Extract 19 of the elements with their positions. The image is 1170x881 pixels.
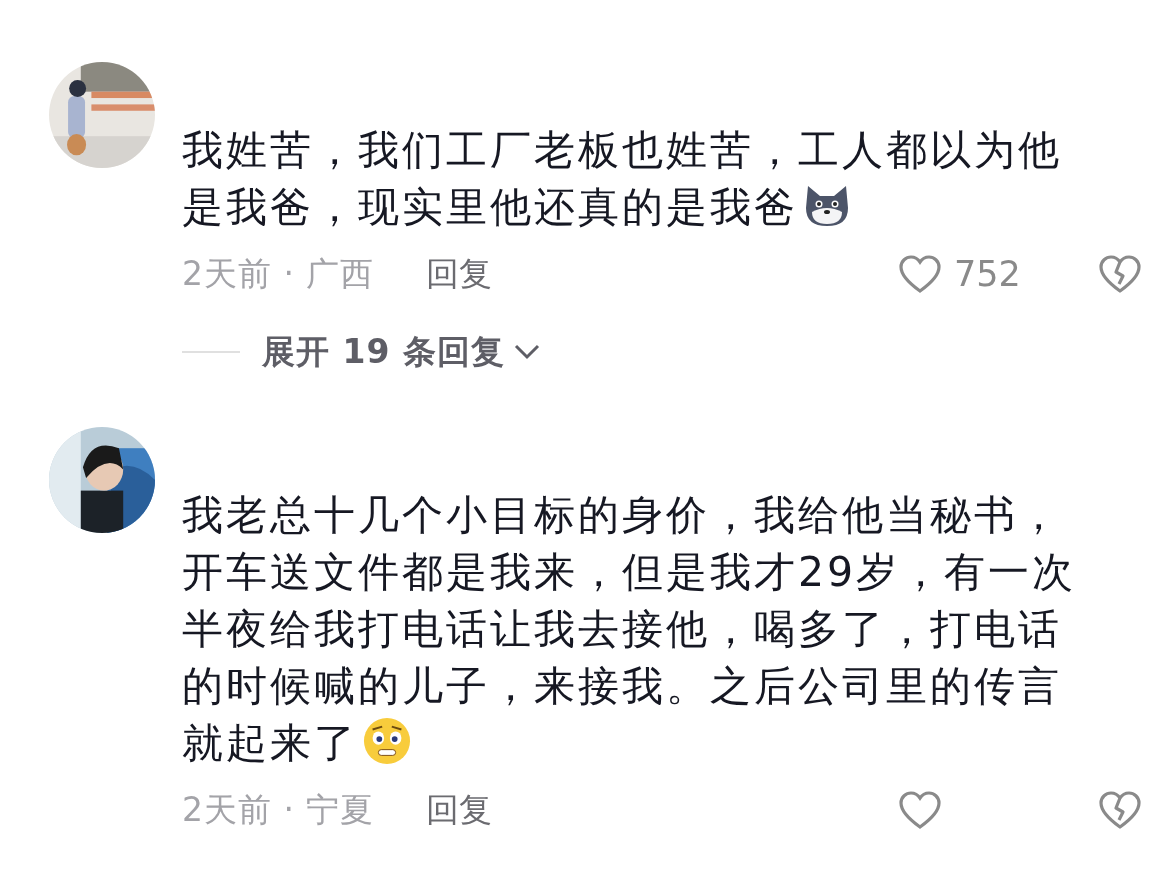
comment-text-line: 我姓苦，我们工厂老板也姓苦，工人都以为他 — [182, 125, 1063, 176]
reply-link[interactable]: 回复 — [426, 251, 493, 297]
comment-text-line: 就起来了 — [182, 719, 358, 767]
comment-time-location: 2天前 · 宁夏 — [182, 788, 375, 831]
reply-link[interactable]: 回复 — [426, 787, 493, 833]
like-count: 752 — [954, 254, 1021, 294]
heart-icon[interactable] — [898, 790, 942, 830]
expand-replies-button[interactable]: 展开 19 条回复 — [262, 329, 541, 375]
chevron-down-icon — [512, 343, 541, 361]
heart-icon[interactable] — [898, 254, 942, 294]
comment-text-line: 我老总十几个小目标的身价，我给他当秘书， — [182, 490, 1063, 541]
broken-heart-icon[interactable] — [1098, 254, 1142, 294]
broken-heart-icon[interactable] — [1098, 790, 1142, 830]
comment-text-line: 开车送文件都是我来，但是我才29岁，有一次 — [182, 547, 1078, 598]
comment-text-line: 是我爸，现实里他还真的是我爸 — [182, 183, 798, 231]
worried-face-icon — [362, 717, 412, 765]
comment-text-line: 的时候喊的儿子，来接我。之后公司里的传言 — [182, 661, 1063, 712]
comment-text-line: 半夜给我打电话让我去接他，喝多了，打电话 — [182, 604, 1063, 655]
comment-time-location: 2天前 · 广西 — [182, 252, 375, 295]
